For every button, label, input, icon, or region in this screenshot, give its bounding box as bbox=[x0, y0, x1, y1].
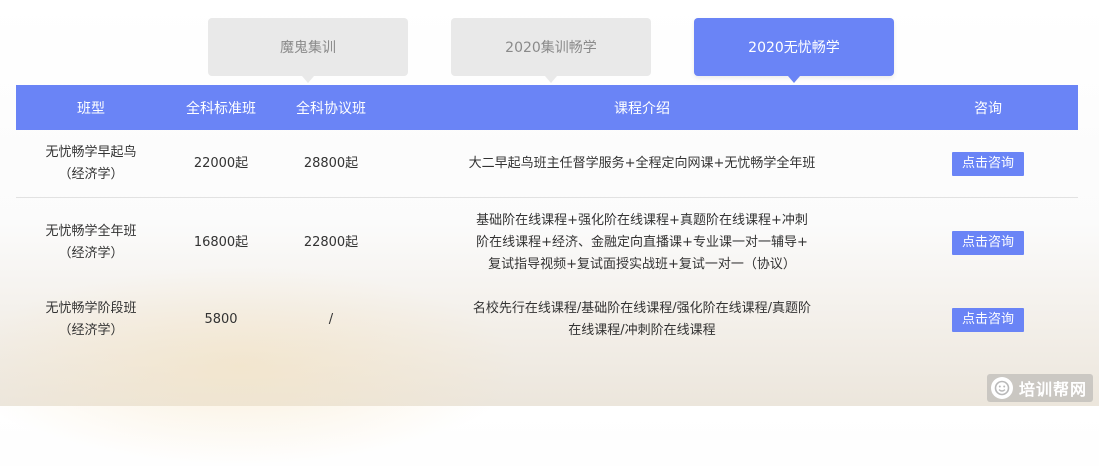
smile-logo-icon bbox=[990, 377, 1013, 399]
tab-2020-worry-free[interactable]: 2020无忧畅学 bbox=[694, 18, 894, 83]
standard-price: 16800起 bbox=[193, 234, 249, 250]
table-row: 无忧畅学全年班 （经济学） 16800起 22800起 基础阶在线课程+强化阶在… bbox=[16, 198, 1078, 288]
course-desc: 名校先行在线课程/基础阶在线课程/强化阶在线课程/真题阶 在线课程/冲刺阶在线课… bbox=[473, 298, 811, 342]
class-subject: （经济学） bbox=[58, 166, 124, 182]
course-table: 班型 全科标准班 全科协议班 课程介绍 咨询 无忧畅学早起鸟 （经济学） 220… bbox=[16, 85, 1078, 353]
class-name: 无忧畅学早起鸟 bbox=[45, 144, 137, 160]
tab-devil-training[interactable]: 魔鬼集训 bbox=[208, 18, 408, 83]
desc-line: 复试指导视频+复试面授实战班+复试一对一（协议） bbox=[488, 256, 796, 272]
agreement-price: / bbox=[328, 312, 334, 327]
agreement-price: 28800起 bbox=[276, 130, 386, 198]
tab-label: 2020无忧畅学 bbox=[748, 40, 840, 56]
tab-bar: 魔鬼集训 2020集训畅学 2020无忧畅学 bbox=[0, 18, 1099, 88]
standard-price: 22000起 bbox=[166, 130, 276, 198]
consult-cell: 点击咨询 bbox=[898, 198, 1078, 288]
consult-cell: 点击咨询 bbox=[898, 130, 1078, 198]
agreement-price: 22800起 bbox=[303, 234, 359, 250]
course-desc-cell: 大二早起鸟班主任督学服务+全程定向网课+无忧畅学全年班 bbox=[386, 130, 898, 198]
desc-line: 名校先行在线课程/基础阶在线课程/强化阶在线课程/真题阶 bbox=[472, 301, 812, 316]
consult-button[interactable]: 点击咨询 bbox=[952, 151, 1024, 176]
table-row: 无忧畅学阶段班 （经济学） 5800 / 名校先行在线课程/基础阶在线课程/强化… bbox=[16, 287, 1078, 353]
class-subject: （经济学） bbox=[58, 245, 124, 261]
standard-price: 5800 bbox=[204, 312, 238, 327]
class-name: 无忧畅学全年班 bbox=[45, 223, 137, 239]
consult-button[interactable]: 点击咨询 bbox=[952, 230, 1024, 255]
watermark-text: 培训帮网 bbox=[1018, 380, 1087, 399]
tab-pointer bbox=[788, 76, 800, 83]
site-watermark: 培训帮网 bbox=[986, 374, 1093, 402]
header-consult: 咨询 bbox=[898, 85, 1078, 130]
course-desc: 基础阶在线课程+强化阶在线课程+真题阶在线课程+冲刺 阶在线课程+经济、金融定向… bbox=[476, 210, 808, 276]
table-header-row: 班型 全科标准班 全科协议班 课程介绍 咨询 bbox=[16, 85, 1078, 130]
course-desc-cell: 名校先行在线课程/基础阶在线课程/强化阶在线课程/真题阶 在线课程/冲刺阶在线课… bbox=[386, 287, 898, 353]
course-desc: 大二早起鸟班主任督学服务+全程定向网课+无忧畅学全年班 bbox=[469, 153, 816, 175]
desc-line: 基础阶在线课程+强化阶在线课程+真题阶在线课程+冲刺 bbox=[476, 212, 808, 228]
desc-line: 大二早起鸟班主任督学服务+全程定向网课+无忧畅学全年班 bbox=[468, 155, 816, 171]
class-name-cell: 无忧畅学早起鸟 （经济学） bbox=[16, 130, 166, 198]
desc-line: 在线课程/冲刺阶在线课程 bbox=[568, 323, 716, 338]
tab-label: 2020集训畅学 bbox=[505, 40, 597, 56]
course-desc-cell: 基础阶在线课程+强化阶在线课程+真题阶在线课程+冲刺 阶在线课程+经济、金融定向… bbox=[386, 198, 898, 288]
class-name: 无忧畅学阶段班 bbox=[45, 301, 137, 316]
desc-line: 阶在线课程+经济、金融定向直播课+专业课一对一辅导+ bbox=[476, 234, 808, 250]
header-class-type: 班型 bbox=[16, 85, 166, 130]
consult-cell: 点击咨询 bbox=[898, 287, 1078, 353]
consult-button[interactable]: 点击咨询 bbox=[952, 308, 1024, 332]
tab-label: 魔鬼集训 bbox=[280, 40, 336, 56]
tab-pointer bbox=[545, 76, 557, 83]
header-course-intro: 课程介绍 bbox=[386, 85, 898, 130]
class-name-cell: 无忧畅学全年班 （经济学） bbox=[16, 198, 166, 288]
tab-pointer bbox=[302, 76, 314, 83]
class-subject: （经济学） bbox=[58, 323, 124, 338]
header-standard-class: 全科标准班 bbox=[166, 85, 276, 130]
header-agreement-class: 全科协议班 bbox=[276, 85, 386, 130]
table-row: 无忧畅学早起鸟 （经济学） 22000起 28800起 大二早起鸟班主任督学服务… bbox=[16, 130, 1078, 198]
tab-2020-training[interactable]: 2020集训畅学 bbox=[451, 18, 651, 83]
class-name-cell: 无忧畅学阶段班 （经济学） bbox=[16, 287, 166, 353]
